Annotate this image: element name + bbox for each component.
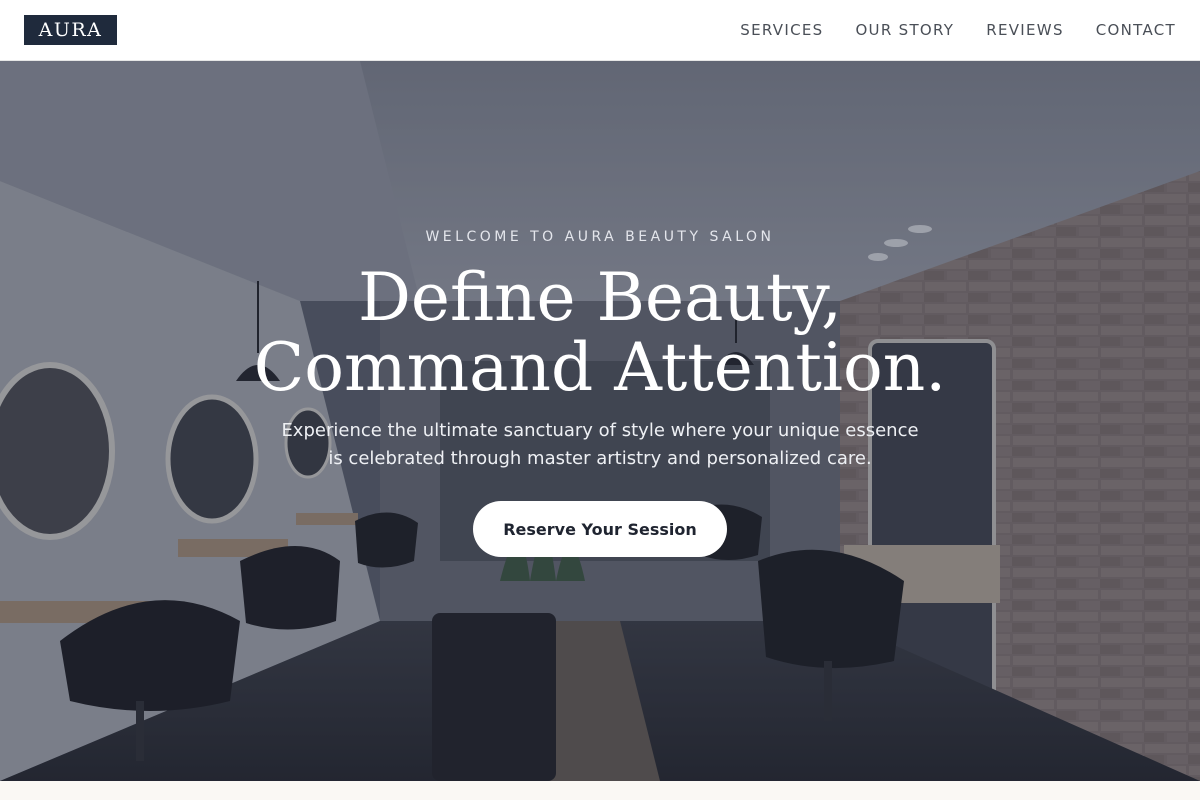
hero-section: WELCOME TO AURA BEAUTY SALON Define Beau… <box>0 61 1200 781</box>
main-nav: SERVICES OUR STORY REVIEWS CONTACT <box>740 21 1176 39</box>
hero-subtext: Experience the ultimate sanctuary of sty… <box>281 420 919 469</box>
headline-line-1: Define Beauty, <box>358 259 842 336</box>
brand-logo[interactable]: AURA <box>24 15 117 45</box>
site-header: AURA SERVICES OUR STORY REVIEWS CONTACT <box>0 0 1200 61</box>
nav-our-story[interactable]: OUR STORY <box>855 21 954 39</box>
reserve-session-button[interactable]: Reserve Your Session <box>473 501 727 557</box>
hero-headline: Define Beauty, Command Attention. <box>254 263 946 403</box>
hero-content: WELCOME TO AURA BEAUTY SALON Define Beau… <box>0 61 1200 781</box>
hero-eyebrow: WELCOME TO AURA BEAUTY SALON <box>425 229 775 245</box>
nav-contact[interactable]: CONTACT <box>1096 21 1176 39</box>
headline-line-2: Command Attention. <box>253 329 947 406</box>
nav-services[interactable]: SERVICES <box>740 21 823 39</box>
nav-reviews[interactable]: REVIEWS <box>986 21 1064 39</box>
next-section-edge <box>0 781 1200 800</box>
